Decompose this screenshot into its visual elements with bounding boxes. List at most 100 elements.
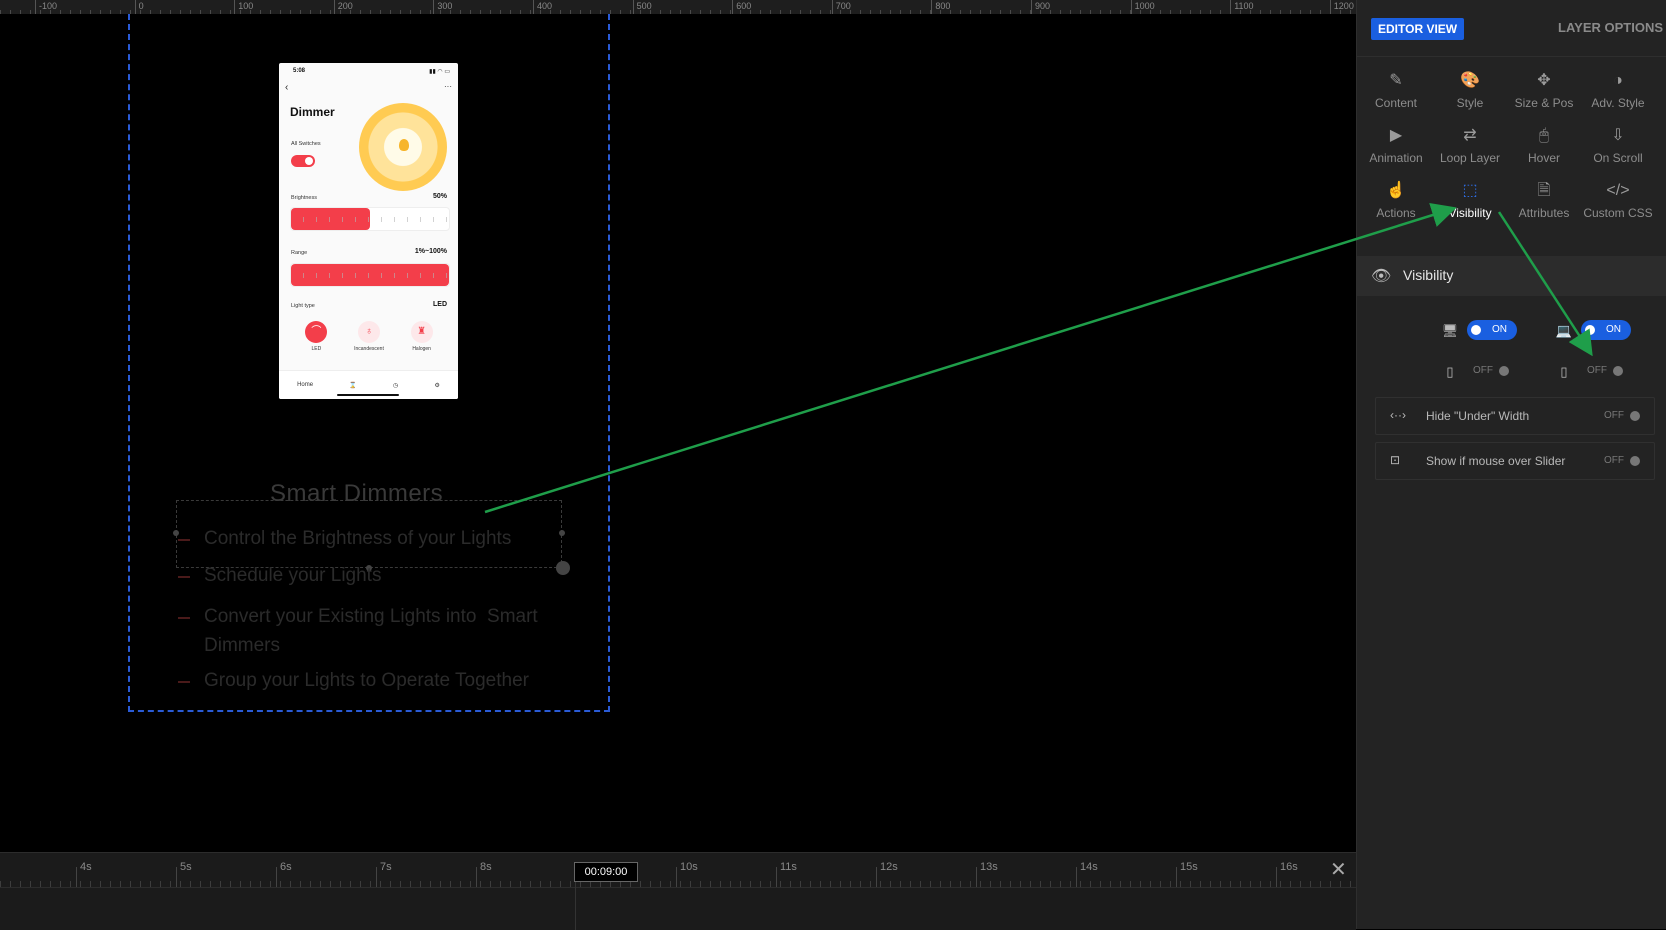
- section-title: Visibility: [1403, 267, 1454, 283]
- tool-adv-style[interactable]: ◑ Adv. Style: [1581, 70, 1655, 110]
- ruler-label: 300: [433, 0, 452, 14]
- editor-view-button[interactable]: EDITOR VIEW: [1371, 18, 1465, 40]
- type-led: ⌒ LED: [291, 315, 341, 361]
- close-icon[interactable]: ✕: [1330, 860, 1347, 880]
- pencil-icon: ✎: [1389, 72, 1403, 89]
- bullet-item[interactable]: Group your Lights to Operate Together: [170, 666, 590, 695]
- tool-content[interactable]: ✎ Content: [1359, 70, 1433, 110]
- hide-under-width-label: Hide "Under" Width: [1426, 409, 1530, 423]
- tablet-visibility-toggle[interactable]: OFF: [1467, 361, 1517, 381]
- range-label: Range: [291, 250, 308, 256]
- back-icon: ‹: [285, 82, 289, 93]
- more-icon: ···: [444, 82, 452, 91]
- tool-style[interactable]: 🎨 Style: [1433, 70, 1507, 110]
- tool-visibility[interactable]: ⬚ Visibility: [1433, 180, 1507, 220]
- tool-custom-css[interactable]: </> Custom CSS: [1581, 180, 1655, 220]
- horizontal-ruler: -100 0 100 200 300 400 500 600 700 800 900 1000 1100…: [0, 0, 1356, 15]
- laptop-icon: 💻: [1555, 323, 1573, 338]
- timeline-second-label: 5s: [176, 861, 192, 887]
- timeline-second-label: 14s: [1076, 861, 1098, 887]
- phone-time: 5:08: [293, 68, 306, 74]
- ruler-label: 1200: [1329, 0, 1354, 14]
- tool-label: Size & Pos: [1514, 96, 1574, 110]
- halogen-icon: ♜: [410, 321, 433, 343]
- tool-on-scroll[interactable]: ⇩ On Scroll: [1581, 125, 1655, 165]
- loop-icon: ⇄: [1463, 127, 1477, 144]
- tool-label: Attributes: [1518, 206, 1570, 220]
- show-mouse-over-row: ⊡ Show if mouse over Slider OFF: [1375, 442, 1655, 480]
- timeline-playhead[interactable]: [575, 881, 576, 930]
- tool-attributes[interactable]: 🗎 Attributes: [1507, 180, 1581, 220]
- tool-label: Actions: [1376, 206, 1416, 220]
- desktop-visibility-toggle[interactable]: ON: [1467, 320, 1517, 340]
- timeline-second-label: 6s: [276, 861, 292, 887]
- ruler-label: 500: [632, 0, 652, 14]
- code-icon: </>: [1606, 182, 1630, 199]
- current-time[interactable]: 00:09:00: [574, 862, 638, 882]
- tool-label: Adv. Style: [1591, 96, 1645, 110]
- tool-label: Content: [1374, 96, 1418, 110]
- timeline-second-label: 8s: [476, 861, 492, 887]
- bullet-item[interactable]: Convert your Existing Lights into Smart …: [170, 602, 544, 660]
- timeline-second-label: 11s: [776, 861, 797, 887]
- tool-size-pos[interactable]: ✥ Size & Pos: [1507, 70, 1581, 110]
- layer-options-panel: EDITOR VIEW LAYER OPTIONS ✎ Content 🎨 Style…: [1356, 0, 1666, 929]
- all-switches-label: All Switches: [291, 141, 321, 147]
- light-type-label: Light type: [291, 303, 315, 309]
- bullet-item[interactable]: Control the Brightness of your Lights: [170, 524, 590, 553]
- tab-home: Home: [297, 382, 314, 388]
- phone-tabbar: Home ⌛ ◷ ⚙: [279, 370, 458, 399]
- tablet-visibility-row: ▯ OFF: [1441, 361, 1517, 381]
- ruler-label: 800: [931, 0, 950, 14]
- document-icon: 🗎: [1537, 182, 1551, 199]
- timeline-second-label: 7s: [376, 861, 392, 887]
- mouse-icon: 🖱: [1539, 127, 1549, 144]
- visibility-section-header[interactable]: 👁 Visibility: [1357, 256, 1666, 296]
- ceiling-light-icon: ⌒: [305, 321, 328, 343]
- hourglass-icon: ⌛: [349, 382, 357, 389]
- range-value: 1%~100%: [414, 248, 447, 255]
- tool-loop-layer[interactable]: ⇄ Loop Layer: [1433, 125, 1507, 165]
- desktop-icon: 🖥: [1441, 323, 1459, 338]
- ruler-label: 700: [831, 0, 851, 14]
- light-type-value: LED: [433, 301, 447, 308]
- show-mouse-over-toggle[interactable]: OFF: [1598, 451, 1648, 471]
- laptop-visibility-toggle[interactable]: ON: [1581, 320, 1631, 340]
- hand-pointer-icon: ☝: [1386, 182, 1406, 199]
- mobile-visibility-toggle[interactable]: OFF: [1581, 361, 1631, 381]
- tool-animation[interactable]: ▶ Animation: [1359, 125, 1433, 165]
- timeline-second-label: 16s: [1276, 861, 1298, 887]
- tool-label: Hover: [1527, 151, 1560, 165]
- ruler-label: 0: [134, 0, 144, 14]
- focus-icon: ⊡: [1390, 453, 1401, 467]
- timeline-second-label: 4s: [76, 861, 92, 887]
- ruler-label: 1000: [1130, 0, 1155, 14]
- phone-screenshot-layer[interactable]: 5:08 ▮▮ ◠ ▭ ‹ ··· Dimmer All Switches Br…: [279, 63, 458, 399]
- brightness-label: Brightness: [291, 195, 317, 201]
- timeline-second-label: 15s: [1176, 861, 1198, 887]
- tablet-icon: ▯: [1446, 364, 1454, 379]
- width-arrows-icon: ‹··›: [1390, 408, 1406, 422]
- type-incandescent: ♁ Incandescent: [344, 315, 394, 361]
- visibility-screen-icon: ⬚: [1462, 182, 1478, 199]
- tool-hover[interactable]: 🖱 Hover: [1507, 125, 1581, 165]
- timeline[interactable]: 4s 5s 6s 7s 8s 10s 11s 12s 13s 14s 15s 16s 00:09:00…: [0, 852, 1356, 930]
- hide-under-width-toggle[interactable]: OFF: [1598, 406, 1648, 426]
- move-icon: ✥: [1537, 72, 1551, 89]
- timeline-ruler[interactable]: 4s 5s 6s 7s 8s 10s 11s 12s 13s 14s 15s 16s: [0, 853, 1356, 888]
- type-halogen: ♜ Halogen: [397, 315, 447, 361]
- ruler-label: 1100: [1230, 0, 1254, 14]
- timeline-second-label: 12s: [876, 861, 898, 887]
- bullet-item[interactable]: Schedule your Lights: [170, 561, 590, 590]
- ruler-label: 100: [234, 0, 253, 14]
- mobile-visibility-row: ▯ OFF: [1555, 361, 1631, 381]
- bullet-list-layer[interactable]: Control the Brightness of your Lights Sc…: [170, 524, 590, 695]
- layer-options-tab[interactable]: LAYER OPTIONS: [1558, 20, 1663, 35]
- laptop-visibility-row: 💻 ON: [1555, 320, 1631, 340]
- brightness-slider: [290, 207, 450, 231]
- tool-actions[interactable]: ☝ Actions: [1359, 180, 1433, 220]
- timeline-second-label: 10s: [676, 861, 698, 887]
- palette-icon: 🎨: [1460, 72, 1480, 89]
- bulb-icon: ♁: [357, 321, 380, 343]
- slide-canvas[interactable]: 5:08 ▮▮ ◠ ▭ ‹ ··· Dimmer All Switches Br…: [0, 14, 1356, 852]
